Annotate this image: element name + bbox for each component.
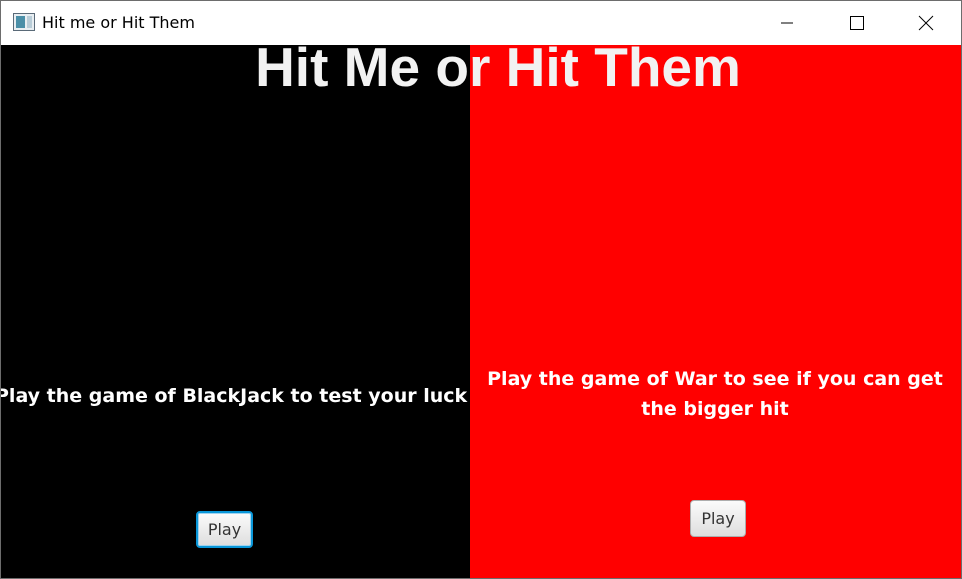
close-button[interactable] [891,1,961,45]
blackjack-description: Play the game of BlackJack to test your … [0,385,468,407]
maximize-icon [850,16,864,30]
close-icon [918,15,934,31]
blackjack-panel: Play the game of BlackJack to test your … [1,45,470,578]
app-window: Hit me or Hit Them Play the game of Blac… [0,0,962,579]
play-war-button[interactable]: Play [690,500,746,537]
maximize-button[interactable] [822,1,892,45]
app-window-icon [13,13,35,31]
minimize-icon [781,22,793,24]
play-blackjack-button[interactable]: Play [196,511,253,548]
war-panel: Play the game of War to see if you can g… [470,45,961,578]
window-title: Hit me or Hit Them [42,13,195,32]
war-description: Play the game of War to see if you can g… [487,368,943,420]
minimize-button[interactable] [752,1,822,45]
page-title: Hit Me or Hit Them [255,36,741,98]
game-menu: Play the game of BlackJack to test your … [1,36,961,578]
